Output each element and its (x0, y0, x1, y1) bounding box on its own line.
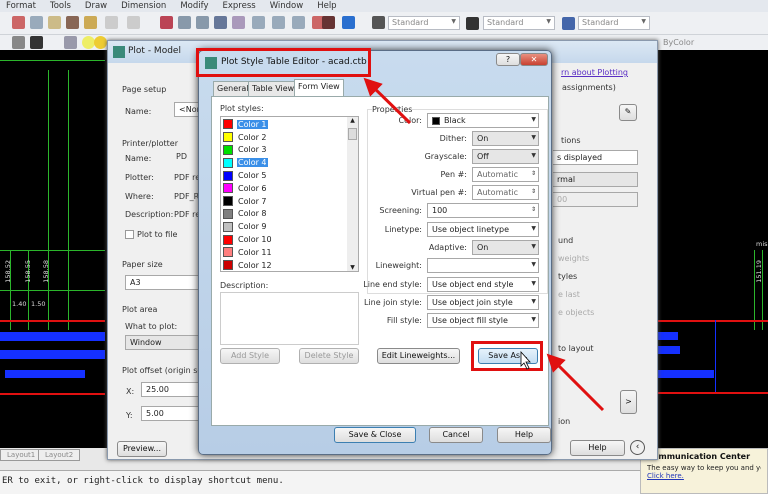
annotation-arrows (363, 77, 605, 412)
arrow-to-save-as (546, 353, 605, 412)
mouse-cursor-icon (520, 350, 531, 370)
arrow-to-title (363, 77, 412, 125)
